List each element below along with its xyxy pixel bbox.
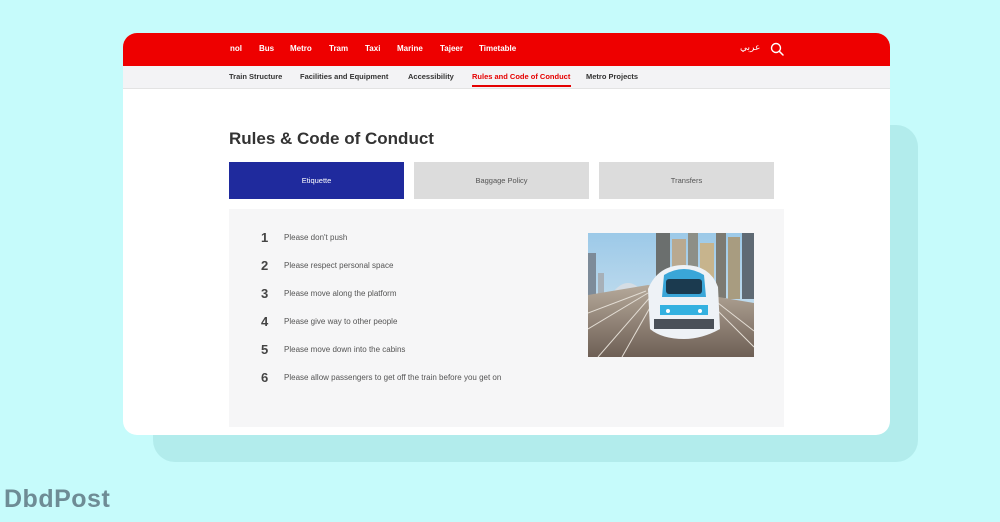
page-title: Rules & Code of Conduct <box>229 129 434 148</box>
rule-number: 3 <box>261 286 269 301</box>
subnav-item-train-structure[interactable]: Train Structure <box>229 72 282 82</box>
etiquette-panel: 1 Please don't push 2 Please respect per… <box>229 209 784 427</box>
active-subnav-underline <box>472 85 571 87</box>
tab-transfers[interactable]: Transfers <box>599 162 774 199</box>
top-navigation: nol Bus Metro Tram Taxi Marine Tajeer Ti… <box>123 33 890 66</box>
subnav-item-rules[interactable]: Rules and Code of Conduct <box>472 72 570 82</box>
subnav-item-facilities[interactable]: Facilities and Equipment <box>300 72 388 82</box>
nav-item-nol[interactable]: nol <box>230 43 242 55</box>
dbdpost-logo: DbdPost <box>4 485 111 513</box>
nav-item-metro[interactable]: Metro <box>290 43 312 55</box>
rule-text: Please don't push <box>284 233 348 242</box>
nav-item-marine[interactable]: Marine <box>397 43 423 55</box>
rule-text: Please respect personal space <box>284 261 394 270</box>
subnav-item-accessibility[interactable]: Accessibility <box>408 72 454 82</box>
nav-item-timetable[interactable]: Timetable <box>479 43 516 55</box>
subnav-item-metro-projects[interactable]: Metro Projects <box>586 72 638 82</box>
tab-etiquette[interactable]: Etiquette <box>229 162 404 199</box>
metro-train-photo <box>588 233 754 357</box>
search-icon[interactable] <box>770 42 784 56</box>
sub-navigation: Train Structure Facilities and Equipment… <box>123 66 890 89</box>
language-switch[interactable]: عربي <box>740 42 760 53</box>
nav-item-taxi[interactable]: Taxi <box>365 43 380 55</box>
nav-item-bus[interactable]: Bus <box>259 43 274 55</box>
rule-text: Please move down into the cabins <box>284 345 406 354</box>
rule-text: Please allow passengers to get off the t… <box>284 373 502 382</box>
rule-number: 6 <box>261 370 269 385</box>
rule-text: Please give way to other people <box>284 317 398 326</box>
tab-baggage-policy[interactable]: Baggage Policy <box>414 162 589 199</box>
nav-item-tajeer[interactable]: Tajeer <box>440 43 463 55</box>
rule-number: 1 <box>261 230 269 245</box>
rule-number: 2 <box>261 258 269 273</box>
rule-number: 5 <box>261 342 269 357</box>
rule-text: Please move along the platform <box>284 289 397 298</box>
rule-number: 4 <box>261 314 269 329</box>
browser-window: nol Bus Metro Tram Taxi Marine Tajeer Ti… <box>123 33 890 435</box>
nav-item-tram[interactable]: Tram <box>329 43 348 55</box>
